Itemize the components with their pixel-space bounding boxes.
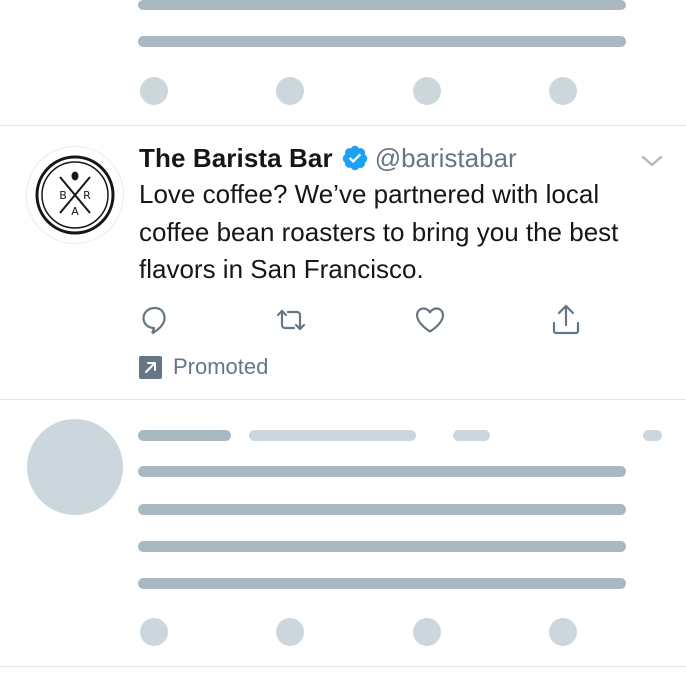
placeholder-time bbox=[453, 430, 490, 441]
placeholder-action bbox=[549, 618, 577, 646]
promoted-indicator[interactable]: Promoted bbox=[139, 350, 268, 384]
placeholder-action bbox=[276, 77, 304, 105]
promoted-label: Promoted bbox=[173, 354, 269, 379]
tweet-text: Love coffee? We’ve partnered with local … bbox=[139, 179, 619, 284]
retweet-icon[interactable] bbox=[273, 302, 309, 338]
placeholder-line bbox=[138, 504, 626, 515]
avatar[interactable]: B R A bbox=[27, 147, 123, 243]
svg-text:R: R bbox=[83, 189, 91, 202]
placeholder-avatar bbox=[27, 419, 123, 515]
barista-bar-logo: B R A bbox=[35, 155, 115, 235]
verified-badge-icon bbox=[341, 144, 369, 172]
placeholder-action bbox=[140, 618, 168, 646]
share-icon[interactable] bbox=[548, 302, 584, 338]
divider bbox=[0, 666, 686, 667]
user-handle[interactable]: @baristabar bbox=[375, 143, 517, 174]
placeholder-handle bbox=[249, 430, 416, 441]
placeholder-line bbox=[138, 578, 626, 589]
display-name[interactable]: The Barista Bar bbox=[139, 143, 333, 174]
placeholder-action bbox=[276, 618, 304, 646]
promoted-arrow-icon bbox=[139, 355, 162, 379]
divider bbox=[0, 399, 686, 400]
placeholder-action bbox=[413, 77, 441, 105]
heart-icon[interactable] bbox=[412, 302, 448, 338]
placeholder-line bbox=[138, 541, 626, 552]
placeholder-line bbox=[138, 36, 626, 47]
divider bbox=[0, 125, 686, 126]
reply-icon[interactable] bbox=[137, 302, 173, 338]
svg-text:B: B bbox=[59, 189, 67, 202]
placeholder-menu bbox=[643, 430, 662, 441]
chevron-down-icon[interactable] bbox=[639, 148, 665, 174]
placeholder-action bbox=[413, 618, 441, 646]
placeholder-name bbox=[138, 430, 231, 441]
placeholder-line bbox=[138, 0, 626, 10]
placeholder-line bbox=[138, 466, 626, 477]
tweet-header: The Barista Bar @baristabar bbox=[139, 141, 517, 175]
placeholder-action bbox=[140, 77, 168, 105]
placeholder-action bbox=[549, 77, 577, 105]
svg-text:A: A bbox=[71, 205, 79, 218]
